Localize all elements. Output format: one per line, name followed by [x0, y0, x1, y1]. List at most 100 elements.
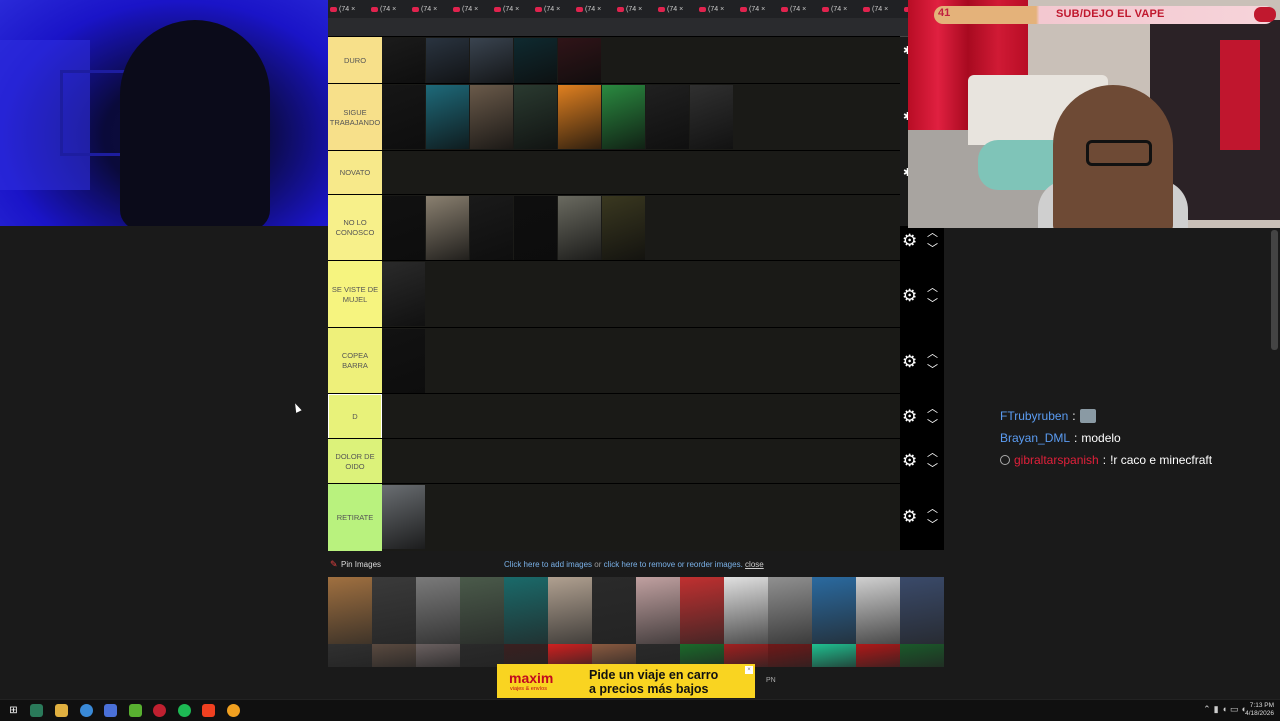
pool-image[interactable] — [636, 577, 680, 644]
tier-label[interactable]: COPEA BARRA — [328, 328, 382, 394]
pool-image[interactable] — [548, 577, 592, 644]
pool-image[interactable] — [900, 577, 944, 644]
chevron-up-icon[interactable]: ︿ — [927, 279, 938, 295]
tier-items[interactable] — [382, 484, 900, 551]
pool-image[interactable] — [812, 577, 856, 644]
browser-tab[interactable]: (74× — [861, 0, 902, 18]
tab-close-icon[interactable]: × — [638, 6, 642, 13]
pool-image[interactable] — [416, 577, 460, 644]
browser-tab[interactable]: (74× — [615, 0, 656, 18]
gear-icon[interactable]: ⚙ — [902, 408, 917, 425]
pool-image[interactable] — [592, 577, 636, 644]
tier-image[interactable] — [426, 196, 469, 260]
gear-icon[interactable]: ⚙ — [902, 508, 917, 525]
tier-image[interactable] — [382, 262, 425, 326]
tier-image[interactable] — [426, 38, 469, 83]
chat-username[interactable]: gibraltarspanish — [1014, 453, 1099, 467]
tier-label[interactable]: NO LO CONOSCO — [328, 195, 382, 261]
chevron-down-icon[interactable]: ﹀ — [927, 361, 938, 377]
brave-icon[interactable] — [202, 704, 215, 717]
chevron-up-icon[interactable]: ︿ — [927, 345, 938, 361]
tier-label[interactable]: SIGUE TRABAJANDO — [328, 84, 382, 151]
tier-items[interactable] — [382, 394, 900, 439]
tab-close-icon[interactable]: × — [720, 6, 724, 13]
windows-start-icon[interactable]: ⊞ — [7, 704, 20, 717]
browser-tab[interactable]: (74× — [779, 0, 820, 18]
browser-tab[interactable]: (74× — [738, 0, 779, 18]
pin-images-label[interactable]: Pin Images — [341, 560, 381, 569]
chat-username[interactable]: FTrubyruben — [1000, 409, 1068, 423]
tab-close-icon[interactable]: × — [515, 6, 519, 13]
ad-banner[interactable]: maxim viajes & envíos Pide un viaje en c… — [497, 664, 755, 698]
page-scrollbar[interactable] — [1271, 230, 1278, 350]
tier-items[interactable] — [382, 439, 900, 484]
nvidia-icon[interactable] — [129, 704, 142, 717]
pool-image[interactable] — [328, 644, 372, 667]
tier-image[interactable] — [382, 196, 425, 260]
pool-image[interactable] — [372, 577, 416, 644]
browser-tab[interactable]: (74× — [492, 0, 533, 18]
pin-icon[interactable]: ✎ — [330, 559, 338, 570]
close-link[interactable]: close — [745, 560, 764, 569]
tab-close-icon[interactable]: × — [556, 6, 560, 13]
tab-close-icon[interactable]: × — [433, 6, 437, 13]
tier-image[interactable] — [382, 329, 425, 393]
tier-image[interactable] — [470, 38, 513, 83]
tab-close-icon[interactable]: × — [351, 6, 355, 13]
ad-close-icon[interactable]: × — [745, 666, 753, 674]
tier-image[interactable] — [514, 85, 557, 149]
tier-label[interactable]: DURO — [328, 37, 382, 84]
tier-image[interactable] — [602, 85, 645, 149]
browser-tab[interactable]: (74× — [533, 0, 574, 18]
gear-icon[interactable]: ⚙ — [902, 287, 917, 304]
chevron-down-icon[interactable]: ﹀ — [927, 516, 938, 532]
pool-image[interactable] — [724, 577, 768, 644]
browser-tab[interactable]: (74× — [574, 0, 615, 18]
tier-image[interactable] — [558, 38, 601, 83]
browser-tab[interactable]: (74× — [369, 0, 410, 18]
gear-icon[interactable]: ⚙ — [902, 353, 917, 370]
chat-username[interactable]: Brayan_DML — [1000, 431, 1070, 445]
pool-image[interactable] — [768, 577, 812, 644]
chevron-up-icon[interactable]: ︿ — [927, 500, 938, 516]
add-images-link[interactable]: Click here to add images — [504, 560, 592, 569]
folder-icon[interactable] — [55, 704, 68, 717]
tier-items[interactable] — [382, 151, 900, 195]
tab-close-icon[interactable]: × — [761, 6, 765, 13]
pool-image[interactable] — [856, 577, 900, 644]
chevron-down-icon[interactable]: ﹀ — [927, 460, 938, 476]
tier-label[interactable]: SE VISTE DE MUJEL — [328, 261, 382, 328]
browser-tab[interactable]: (74× — [451, 0, 492, 18]
tier-image[interactable] — [514, 196, 557, 260]
pool-image[interactable] — [328, 577, 372, 644]
tier-items[interactable] — [382, 195, 900, 261]
gear-icon[interactable]: ⚙ — [902, 232, 917, 249]
chevron-down-icon[interactable]: ﹀ — [927, 295, 938, 311]
tier-label[interactable]: DOLOR DE OIDO — [328, 439, 382, 484]
tab-close-icon[interactable]: × — [679, 6, 683, 13]
browser-icon[interactable] — [227, 704, 240, 717]
tier-items[interactable] — [382, 37, 900, 84]
remove-images-link[interactable]: click here to remove or reorder images. — [604, 560, 743, 569]
tier-image[interactable] — [690, 85, 733, 149]
chevron-up-icon[interactable]: ︿ — [927, 444, 938, 460]
clock[interactable]: 7:13 PM 4/18/2026 — [1245, 702, 1274, 718]
browser-tab[interactable]: (74× — [656, 0, 697, 18]
pool-image[interactable] — [416, 644, 460, 667]
chrome-icon[interactable] — [80, 704, 93, 717]
tier-image[interactable] — [558, 85, 601, 149]
browser-tab[interactable]: (74× — [328, 0, 369, 18]
tier-items[interactable] — [382, 84, 900, 151]
tier-label[interactable]: NOVATO — [328, 151, 382, 195]
browser-tab[interactable]: (74× — [697, 0, 738, 18]
pool-image[interactable] — [900, 644, 944, 667]
browser-tab[interactable]: (74× — [410, 0, 451, 18]
pool-image[interactable] — [768, 644, 812, 667]
tab-close-icon[interactable]: × — [884, 6, 888, 13]
tier-image[interactable] — [382, 485, 425, 549]
pool-image[interactable] — [504, 577, 548, 644]
tier-image[interactable] — [382, 38, 425, 83]
tier-image[interactable] — [558, 196, 601, 260]
tier-label[interactable]: RETIRATE — [328, 484, 382, 551]
tab-close-icon[interactable]: × — [392, 6, 396, 13]
